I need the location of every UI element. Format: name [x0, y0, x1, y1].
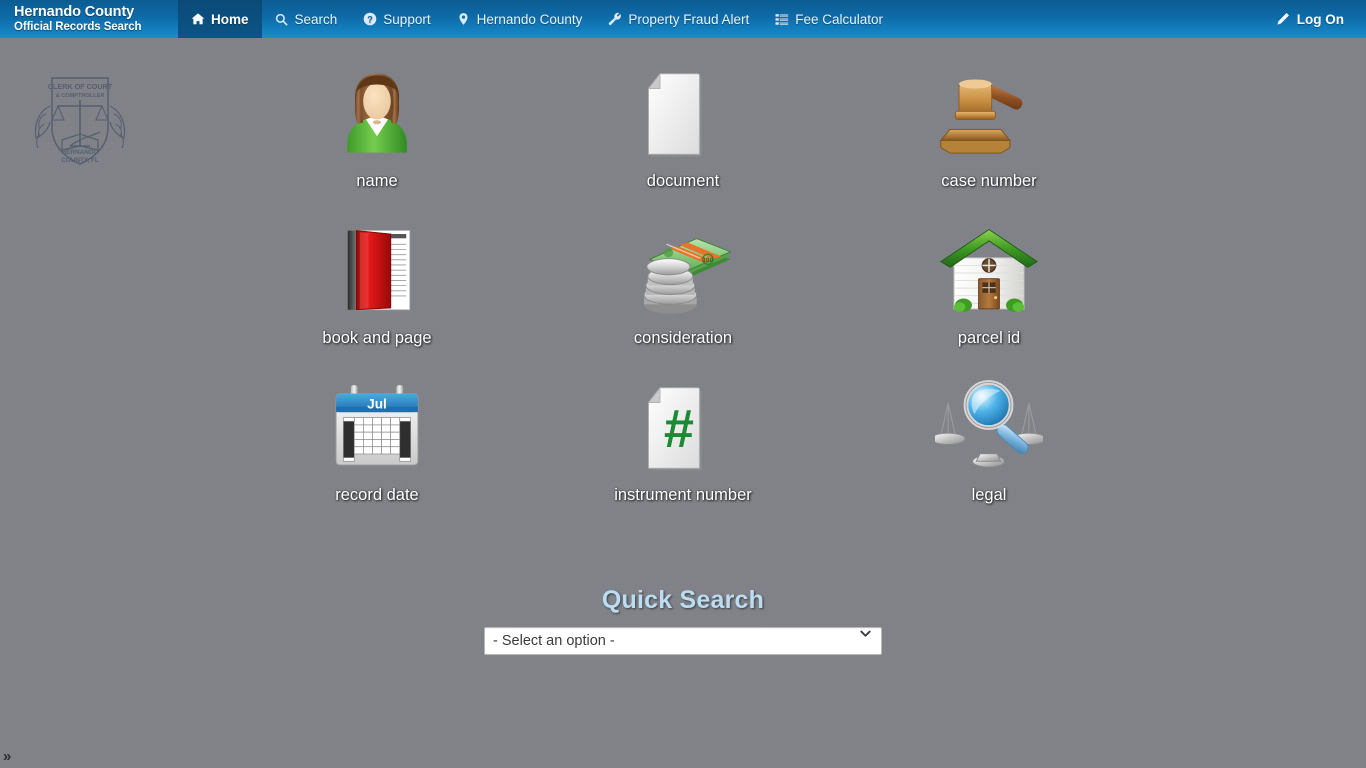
brand-line-2: Official Records Search	[14, 20, 142, 33]
quick-search-select[interactable]: - Select an option -	[484, 627, 882, 655]
tile-row-2: book and page 100 consideration parcel i…	[0, 207, 1366, 348]
hash-document-icon: #	[628, 368, 738, 478]
brand-line-1: Hernando County	[14, 3, 135, 20]
nav-item-search[interactable]: Search	[262, 0, 351, 38]
search-tile-book-and-page[interactable]: book and page	[224, 207, 530, 348]
search-tile-instrument-number[interactable]: # instrument number	[530, 364, 836, 505]
tile-label: record date	[335, 486, 419, 504]
quick-search-select-wrapper: - Select an option -	[484, 615, 882, 655]
nav-label-home: Home	[211, 11, 249, 27]
search-tile-case-number[interactable]: case number	[836, 50, 1142, 191]
tile-label: book and page	[322, 329, 432, 347]
nav-item-fee-calculator[interactable]: Fee Calculator	[762, 0, 896, 38]
scales-magnifier-icon	[934, 368, 1044, 478]
tile-label: name	[356, 172, 398, 190]
question-circle-icon: ?	[363, 12, 377, 26]
log-on-label: Log On	[1296, 11, 1344, 27]
calendar-month-label: Jul	[367, 397, 387, 412]
svg-text:#: #	[664, 399, 694, 459]
red-book-icon	[322, 211, 432, 321]
search-tile-document[interactable]: document	[530, 50, 836, 191]
calendar-icon: Jul	[322, 368, 432, 478]
house-icon	[934, 211, 1044, 321]
log-on-button[interactable]: Log On	[1263, 0, 1366, 38]
search-tile-consideration[interactable]: 100 consideration	[530, 207, 836, 348]
map-marker-icon	[457, 12, 471, 26]
tile-row-1: name document case number	[0, 50, 1366, 191]
search-tile-grid: name document case number book and page …	[0, 50, 1366, 505]
top-navigation-bar: Hernando County Official Records Search …	[0, 0, 1366, 38]
nav-label-fee-calculator: Fee Calculator	[795, 11, 884, 27]
wrench-icon	[608, 12, 622, 26]
tile-label: consideration	[633, 329, 733, 347]
tile-label: document	[646, 172, 720, 190]
svg-text:?: ?	[367, 15, 373, 25]
search-tile-record-date[interactable]: Jul record date	[224, 364, 530, 505]
nav-label-search: Search	[294, 11, 338, 27]
list-icon	[775, 12, 789, 26]
tile-label: parcel id	[957, 329, 1021, 347]
home-icon	[191, 12, 205, 26]
svg-text:100: 100	[702, 257, 713, 264]
search-tile-name[interactable]: name	[224, 50, 530, 191]
nav-item-hernando-county[interactable]: Hernando County	[444, 0, 596, 38]
tile-label: legal	[971, 486, 1007, 504]
search-tile-parcel-id[interactable]: parcel id	[836, 207, 1142, 348]
money-coins-icon: 100	[628, 211, 738, 321]
nav-label-property-fraud-alert: Property Fraud Alert	[628, 11, 750, 27]
tile-label: instrument number	[614, 486, 752, 504]
gavel-icon	[934, 54, 1044, 164]
sidebar-expander-button[interactable]: »	[3, 749, 11, 764]
document-icon	[628, 54, 738, 164]
search-tile-legal[interactable]: legal	[836, 364, 1142, 505]
nav-item-property-fraud-alert[interactable]: Property Fraud Alert	[595, 0, 762, 38]
quick-search-title: Quick Search	[601, 586, 765, 614]
pencil-icon	[1276, 12, 1290, 26]
tile-label: case number	[941, 172, 1037, 190]
quick-search-section: Quick Search - Select an option -	[0, 586, 1366, 655]
brand-title[interactable]: Hernando County Official Records Search	[0, 0, 178, 38]
nav-item-home[interactable]: Home	[178, 0, 262, 38]
search-icon	[275, 12, 289, 26]
nav-label-support: Support	[383, 11, 431, 27]
nav-item-support[interactable]: ? Support	[350, 0, 443, 38]
person-icon	[322, 54, 432, 164]
nav-label-hernando-county: Hernando County	[476, 11, 583, 27]
tile-row-3: Jul record date # instrument number lega…	[0, 364, 1366, 505]
